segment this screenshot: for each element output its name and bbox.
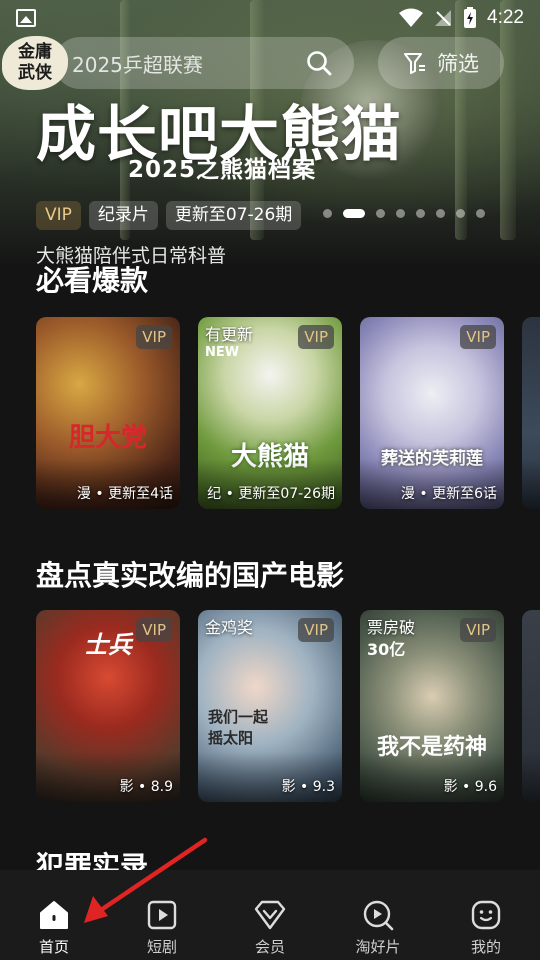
card-caption: 漫 • 更新至6话	[400, 486, 497, 502]
nav-profile[interactable]: 我的	[432, 870, 540, 960]
carousel-dot[interactable]	[456, 209, 465, 218]
search-bar[interactable]: 2025乒超联赛	[54, 37, 354, 89]
poster-card-partial[interactable]	[522, 317, 540, 509]
poster-title: 我们一起摇太阳	[208, 708, 269, 747]
nav-label: 首页	[38, 938, 69, 956]
search-placeholder: 2025乒超联赛	[72, 52, 203, 77]
play-square-icon	[145, 898, 179, 932]
wifi-icon	[399, 8, 424, 27]
vip-badge: VIP	[460, 618, 496, 642]
gallery-icon	[16, 9, 36, 27]
poster-card[interactable]: 士兵 VIP 影 • 8.9	[36, 610, 180, 802]
card-caption: 纪 • 更新至07-26期	[207, 486, 335, 502]
hero-description: 大熊猫陪伴式日常科普	[36, 245, 227, 267]
bamboo-decoration	[500, 0, 516, 240]
discover-icon	[361, 898, 395, 932]
vip-diamond-icon	[253, 898, 287, 932]
status-bar: 4:22	[0, 0, 540, 36]
update-label: 有更新	[205, 325, 254, 344]
poster-title: 葬送的芙莉莲	[381, 448, 483, 469]
vip-badge: VIP	[460, 325, 496, 349]
new-label: NEW	[205, 345, 240, 360]
vip-badge: VIP	[298, 618, 334, 642]
poster-card[interactable]: 票房破 30亿 我不是药神 VIP 影 • 9.6	[360, 610, 504, 802]
award-label: 金鸡奖	[205, 618, 254, 637]
home-icon	[37, 898, 71, 932]
card-row-true-story-films[interactable]: 士兵 VIP 影 • 8.9 金鸡奖 我们一起摇太阳 VIP 影 • 9.3 票…	[36, 610, 540, 802]
nav-label: 淘好片	[355, 938, 401, 956]
box-office-label: 票房破	[367, 618, 416, 637]
card-caption: 影 • 8.9	[119, 779, 173, 795]
logo-line-1: 金庸	[18, 42, 52, 62]
vip-badge: VIP	[298, 325, 334, 349]
profile-face-icon	[469, 898, 503, 932]
vip-badge: VIP	[136, 618, 172, 642]
app-logo[interactable]: 金庸 武侠	[2, 36, 68, 90]
card-row-must-watch[interactable]: 胆大党 VIP 漫 • 更新至4话 有更新 NEW 大熊猫 VIP 纪 • 更新…	[36, 317, 540, 509]
poster-card[interactable]: 金鸡奖 我们一起摇太阳 VIP 影 • 9.3	[198, 610, 342, 802]
carousel-dot[interactable]	[376, 209, 385, 218]
nav-vip[interactable]: 会员	[216, 870, 324, 960]
carousel-indicator[interactable]	[323, 209, 485, 218]
hero-tag-genre: 纪录片	[88, 201, 158, 230]
nav-label: 短剧	[146, 938, 177, 956]
poster-card[interactable]: 胆大党 VIP 漫 • 更新至4话	[36, 317, 180, 509]
poster-card-partial[interactable]	[522, 610, 540, 802]
nav-short-drama[interactable]: 短剧	[108, 870, 216, 960]
no-signal-icon	[435, 10, 452, 26]
logo-line-2: 武侠	[18, 63, 52, 83]
filter-icon	[404, 53, 425, 74]
card-caption: 影 • 9.6	[443, 779, 497, 795]
carousel-dot[interactable]	[436, 209, 445, 218]
filter-label: 筛选	[437, 52, 479, 76]
hero-subtitle: 2025之熊猫档案	[128, 157, 317, 183]
battery-charging-icon	[464, 7, 477, 28]
poster-title: 胆大党	[68, 422, 147, 453]
hero-tag-update: 更新至07-26期	[165, 201, 302, 230]
box-office-value: 30亿	[367, 640, 406, 659]
clock: 4:22	[487, 7, 524, 28]
bamboo-decoration	[455, 0, 467, 240]
carousel-dot[interactable]	[416, 209, 425, 218]
nav-discover[interactable]: 淘好片	[324, 870, 432, 960]
carousel-dot[interactable]	[396, 209, 405, 218]
search-icon[interactable]	[306, 50, 332, 76]
card-caption: 影 • 9.3	[281, 779, 335, 795]
hero-tags: VIP 纪录片 更新至07-26期	[36, 201, 302, 230]
poster-card[interactable]: 葬送的芙莉莲 VIP 漫 • 更新至6话	[360, 317, 504, 509]
section-title-true-story-films[interactable]: 盘点真实改编的国产电影	[36, 554, 344, 594]
nav-label: 会员	[254, 938, 285, 956]
filter-button[interactable]: 筛选	[378, 37, 504, 89]
nav-home[interactable]: 首页	[0, 870, 108, 960]
carousel-dot[interactable]	[323, 209, 332, 218]
card-caption: 漫 • 更新至4话	[76, 486, 173, 502]
carousel-dot-active[interactable]	[343, 209, 365, 218]
carousel-dot[interactable]	[476, 209, 485, 218]
bottom-navigation: 首页 短剧 会员 淘好片 我的	[0, 870, 540, 960]
poster-card[interactable]: 有更新 NEW 大熊猫 VIP 纪 • 更新至07-26期	[198, 317, 342, 509]
poster-title: 我不是药神	[376, 735, 487, 761]
poster-title: 大熊猫	[230, 442, 309, 473]
vip-badge: VIP	[136, 325, 172, 349]
nav-label: 我的	[470, 938, 501, 956]
hero-tag-vip: VIP	[36, 201, 81, 230]
